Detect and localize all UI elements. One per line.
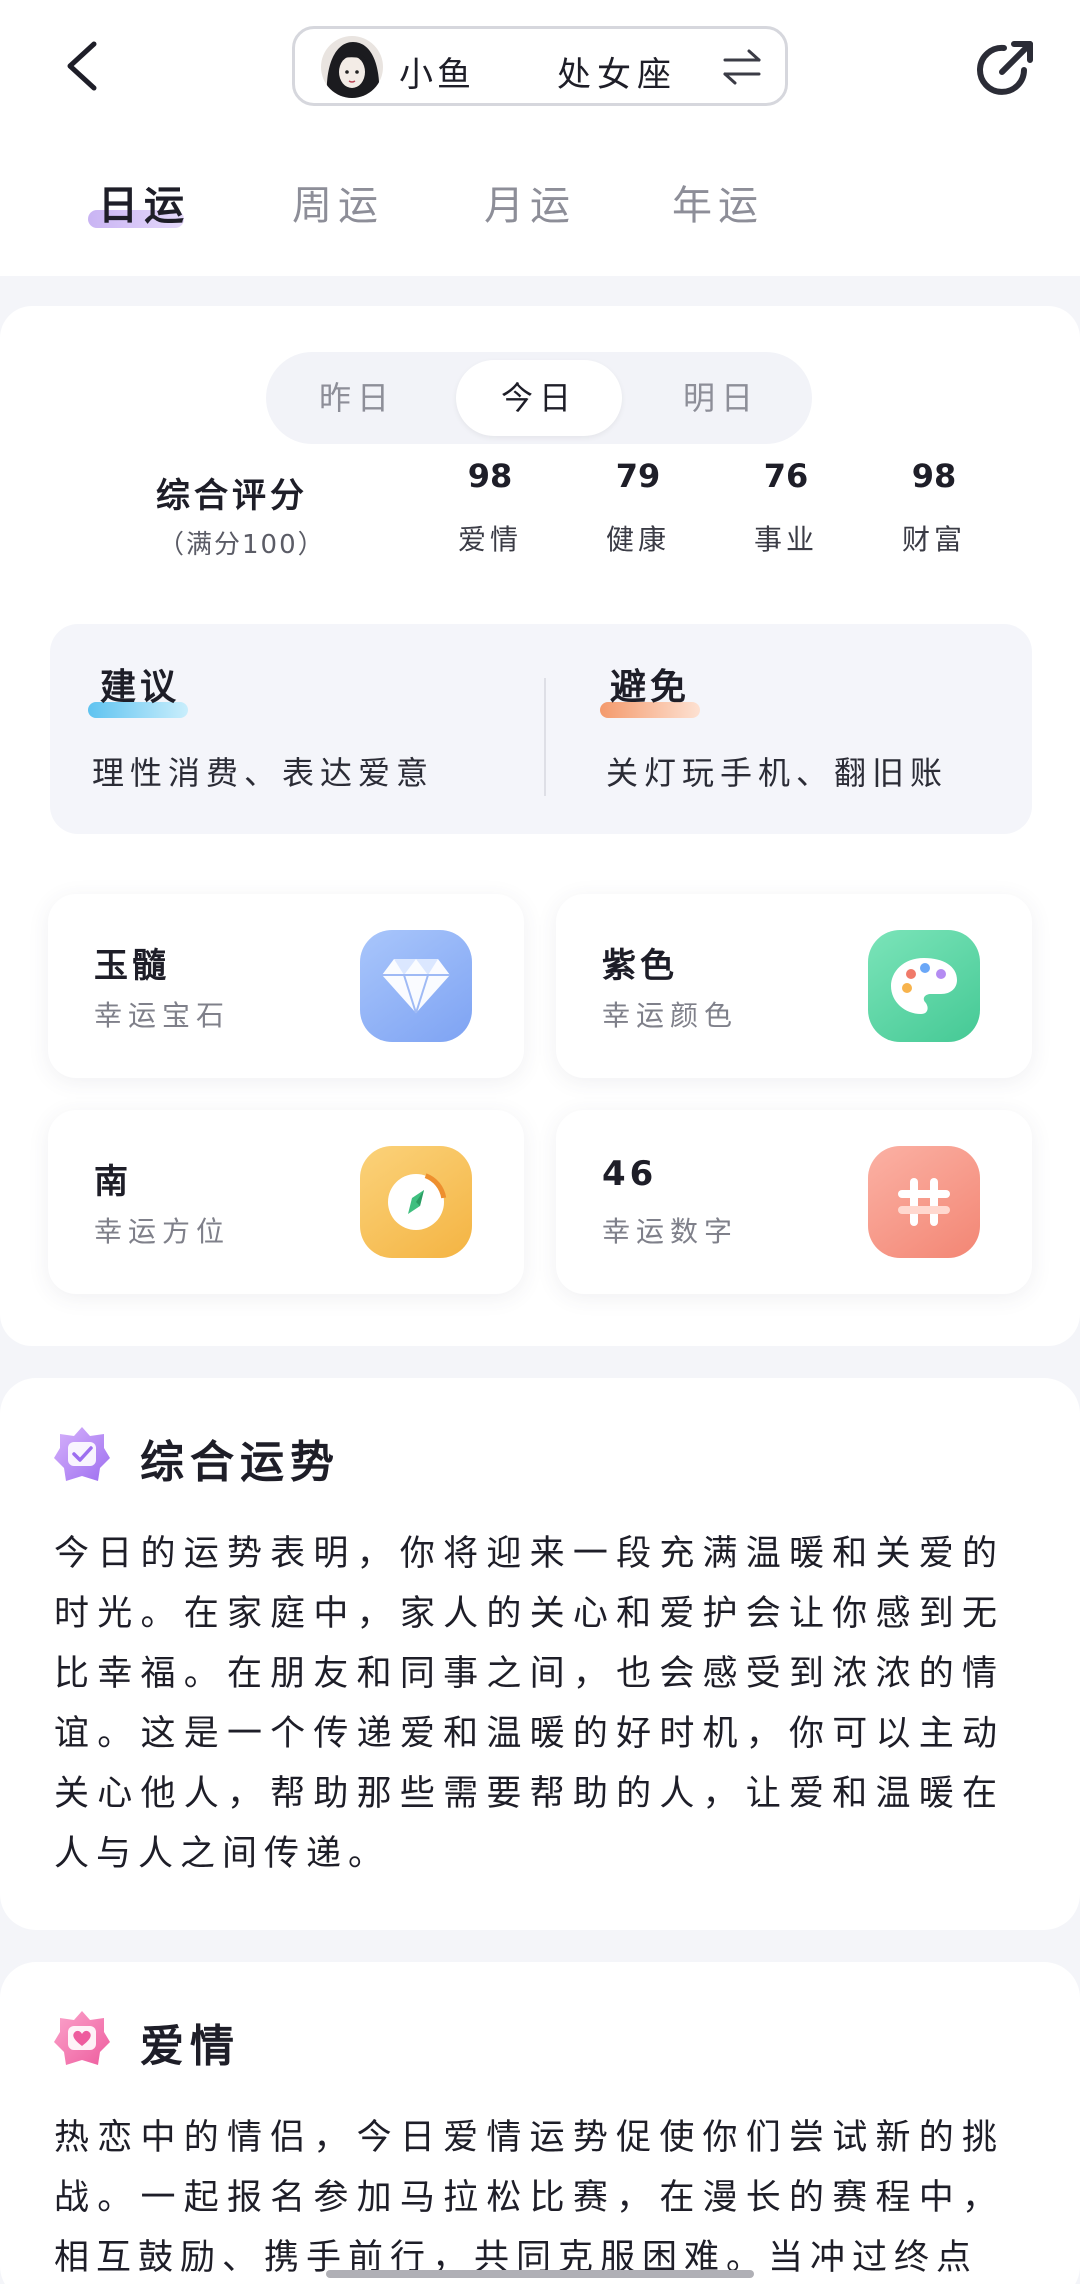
score-wealth: 98 财富 bbox=[874, 452, 994, 558]
lucky-label: 幸运数字 bbox=[602, 1215, 739, 1248]
tab-monthly[interactable]: 月运 bbox=[484, 166, 576, 246]
checkmark-star-icon bbox=[54, 1427, 110, 1481]
score-value: 76 bbox=[763, 457, 809, 495]
profile-name: 小鱼 bbox=[399, 55, 475, 95]
score-value: 98 bbox=[467, 457, 513, 495]
diamond-icon bbox=[360, 930, 472, 1042]
avatar bbox=[321, 36, 383, 98]
score-label: 事业 bbox=[753, 523, 818, 556]
overall-score-subtitle: （满分100） bbox=[158, 530, 326, 560]
lucky-value: 玉髓 bbox=[94, 946, 170, 986]
overall-fortune-section: 综合运势 今日的运势表明，你将迎来一段充满温暖和关爱的时光。在家庭中，家人的关心… bbox=[0, 1378, 1080, 1930]
score-value: 79 bbox=[615, 457, 661, 495]
score-value: 98 bbox=[911, 457, 957, 495]
share-button[interactable] bbox=[970, 34, 1040, 104]
lucky-direction-card[interactable]: 南 幸运方位 bbox=[48, 1110, 524, 1294]
profile-switcher[interactable]: 小鱼 处女座 bbox=[292, 26, 788, 106]
tab-yearly[interactable]: 年运 bbox=[672, 166, 764, 246]
score-love: 98 爱情 bbox=[430, 452, 550, 558]
tab-weekly[interactable]: 周运 bbox=[292, 166, 384, 246]
swap-icon bbox=[723, 49, 761, 85]
avoid-text: 关灯玩手机、翻旧账 bbox=[606, 754, 949, 792]
lucky-label: 幸运宝石 bbox=[94, 999, 231, 1032]
score-label: 健康 bbox=[605, 523, 670, 556]
top-header: 小鱼 处女座 日运 周运 月运 年运 bbox=[0, 0, 1080, 276]
avoid-title: 避免 bbox=[610, 667, 691, 708]
home-indicator bbox=[326, 2270, 754, 2278]
love-section: 爱情 热恋中的情侣，今日爱情运势促使你们尝试新的挑战。一起报名参加马拉松比赛，在… bbox=[0, 1962, 1080, 2284]
heart-icon bbox=[54, 2011, 110, 2065]
period-tabs: 日运 周运 月运 年运 bbox=[0, 166, 1080, 246]
overall-score-title: 综合评分 bbox=[156, 476, 308, 516]
lucky-value: 南 bbox=[94, 1162, 132, 1202]
love-text: 热恋中的情侣，今日爱情运势促使你们尝试新的挑战。一起报名参加马拉松比赛，在漫长的… bbox=[54, 2118, 1004, 2278]
love-title: 爱情 bbox=[140, 2021, 240, 2072]
chevron-left-icon bbox=[67, 41, 97, 91]
compass-icon bbox=[360, 1146, 472, 1258]
zodiac-sign: 处女座 bbox=[557, 55, 677, 95]
day-tomorrow[interactable]: 明日 bbox=[638, 360, 804, 436]
lucky-color-card[interactable]: 紫色 幸运颜色 bbox=[556, 894, 1032, 1078]
day-yesterday[interactable]: 昨日 bbox=[274, 360, 440, 436]
lucky-number-card[interactable]: 46 幸运数字 bbox=[556, 1110, 1032, 1294]
day-today[interactable]: 今日 bbox=[456, 360, 622, 436]
overall-fortune-text: 今日的运势表明，你将迎来一段充满温暖和关爱的时光。在家庭中，家人的关心和爱护会让… bbox=[54, 1534, 1004, 1874]
back-button[interactable] bbox=[52, 32, 112, 100]
day-switcher: 昨日 今日 明日 bbox=[266, 352, 812, 444]
divider bbox=[544, 678, 546, 796]
advice-title: 建议 bbox=[100, 667, 181, 708]
tab-daily[interactable]: 日运 bbox=[98, 166, 190, 246]
palette-icon bbox=[868, 930, 980, 1042]
lucky-label: 幸运方位 bbox=[94, 1215, 231, 1248]
score-career: 76 事业 bbox=[726, 452, 846, 558]
advice-text: 理性消费、表达爱意 bbox=[92, 754, 435, 792]
hash-icon bbox=[868, 1146, 980, 1258]
lucky-label: 幸运颜色 bbox=[602, 999, 739, 1032]
lucky-value: 紫色 bbox=[602, 946, 678, 986]
daily-fortune-card: 昨日 今日 明日 综合评分 （满分100） 98 爱情 79 健康 76 事业 … bbox=[0, 306, 1080, 1346]
share-icon bbox=[977, 41, 1033, 95]
score-label: 财富 bbox=[901, 523, 966, 556]
advice-box: 建议 理性消费、表达爱意 避免 关灯玩手机、翻旧账 bbox=[50, 624, 1032, 834]
score-health: 79 健康 bbox=[578, 452, 698, 558]
lucky-gem-card[interactable]: 玉髓 幸运宝石 bbox=[48, 894, 524, 1078]
overall-fortune-title: 综合运势 bbox=[140, 1437, 340, 1488]
lucky-value: 46 bbox=[602, 1154, 658, 1194]
score-label: 爱情 bbox=[457, 523, 522, 556]
